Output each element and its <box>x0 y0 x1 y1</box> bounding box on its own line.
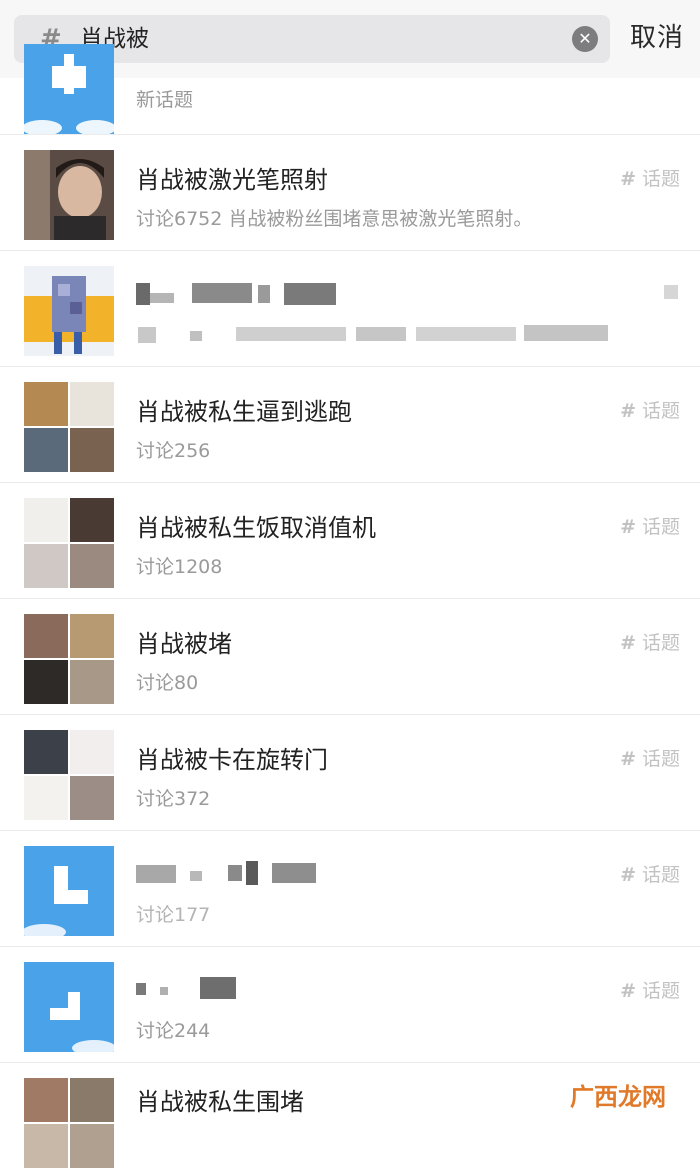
topic-thumbnail <box>24 150 114 240</box>
item-title: 肖战被激光笔照射 <box>136 166 328 194</box>
topic-tag: # 话题 <box>620 632 680 654</box>
list-item[interactable]: 肖战被堵 讨论80 # 话题 <box>0 599 700 715</box>
topic-thumbnail <box>24 846 114 936</box>
list-item[interactable]: 肖战被激光笔照射 讨论6752 肖战被粉丝围堵意思被激光笔照射。 # 话题 <box>0 135 700 251</box>
item-subtitle: 讨论80 <box>136 672 199 694</box>
item-subtitle: 讨论244 <box>136 1020 211 1042</box>
hash-icon: # <box>620 632 636 654</box>
topic-thumbnail <box>24 614 114 704</box>
clear-icon[interactable]: ✕ <box>572 26 598 52</box>
watermark: 广西龙网 <box>570 1083 666 1111</box>
topic-thumbnail <box>24 44 114 134</box>
list-item[interactable]: 肖战被卡在旋转门 讨论372 # 话题 <box>0 715 700 831</box>
censored-tag <box>664 285 678 299</box>
list-item-censored[interactable]: 讨论244 # 话题 <box>0 947 700 1063</box>
topic-thumbnail <box>24 730 114 820</box>
hash-icon: # <box>620 748 636 770</box>
topic-thumbnail <box>24 962 114 1052</box>
item-subtitle: 讨论256 <box>136 440 211 462</box>
topic-thumbnail <box>24 1078 114 1168</box>
topic-thumbnail <box>24 266 114 356</box>
item-title: 肖战被堵 <box>136 630 232 658</box>
topic-tag: # 话题 <box>620 980 680 1002</box>
topic-result-list: 新话题 肖战被激光笔照射 讨论6752 肖战被粉丝围堵意思被激光笔照射。 # 话题 <box>0 44 700 1168</box>
list-item-censored[interactable] <box>0 251 700 367</box>
item-subtitle: 讨论6752 肖战被粉丝围堵意思被激光笔照射。 <box>136 208 533 230</box>
topic-tag: # 话题 <box>620 516 680 538</box>
item-subtitle: 讨论372 <box>136 788 211 810</box>
cancel-button[interactable]: 取消 <box>630 20 684 56</box>
hash-icon: # <box>620 400 636 422</box>
topic-thumbnail <box>24 382 114 472</box>
hash-icon: # <box>620 516 636 538</box>
hash-icon: # <box>620 864 636 886</box>
topic-tag: # 话题 <box>620 864 680 886</box>
list-item[interactable]: 肖战被私生逼到逃跑 讨论256 # 话题 <box>0 367 700 483</box>
item-subtitle: 讨论177 <box>136 904 211 926</box>
topic-tag: # 话题 <box>620 168 680 190</box>
list-item[interactable]: 肖战被私生饭取消值机 讨论1208 # 话题 <box>0 483 700 599</box>
item-title: 肖战被私生围堵 <box>136 1088 304 1116</box>
item-subtitle: 讨论1208 <box>136 556 223 578</box>
item-title: 肖战被私生逼到逃跑 <box>136 398 352 426</box>
topic-tag: # 话题 <box>620 748 680 770</box>
list-item-censored[interactable]: 讨论177 # 话题 <box>0 831 700 947</box>
hash-icon: # <box>620 980 636 1002</box>
item-title: 肖战被卡在旋转门 <box>136 746 328 774</box>
list-item-new-topic[interactable]: 新话题 <box>0 44 700 135</box>
hash-icon: # <box>620 168 636 190</box>
topic-thumbnail <box>24 498 114 588</box>
item-title: 肖战被私生饭取消值机 <box>136 514 376 542</box>
item-subtitle: 新话题 <box>136 89 194 111</box>
topic-tag: # 话题 <box>620 400 680 422</box>
